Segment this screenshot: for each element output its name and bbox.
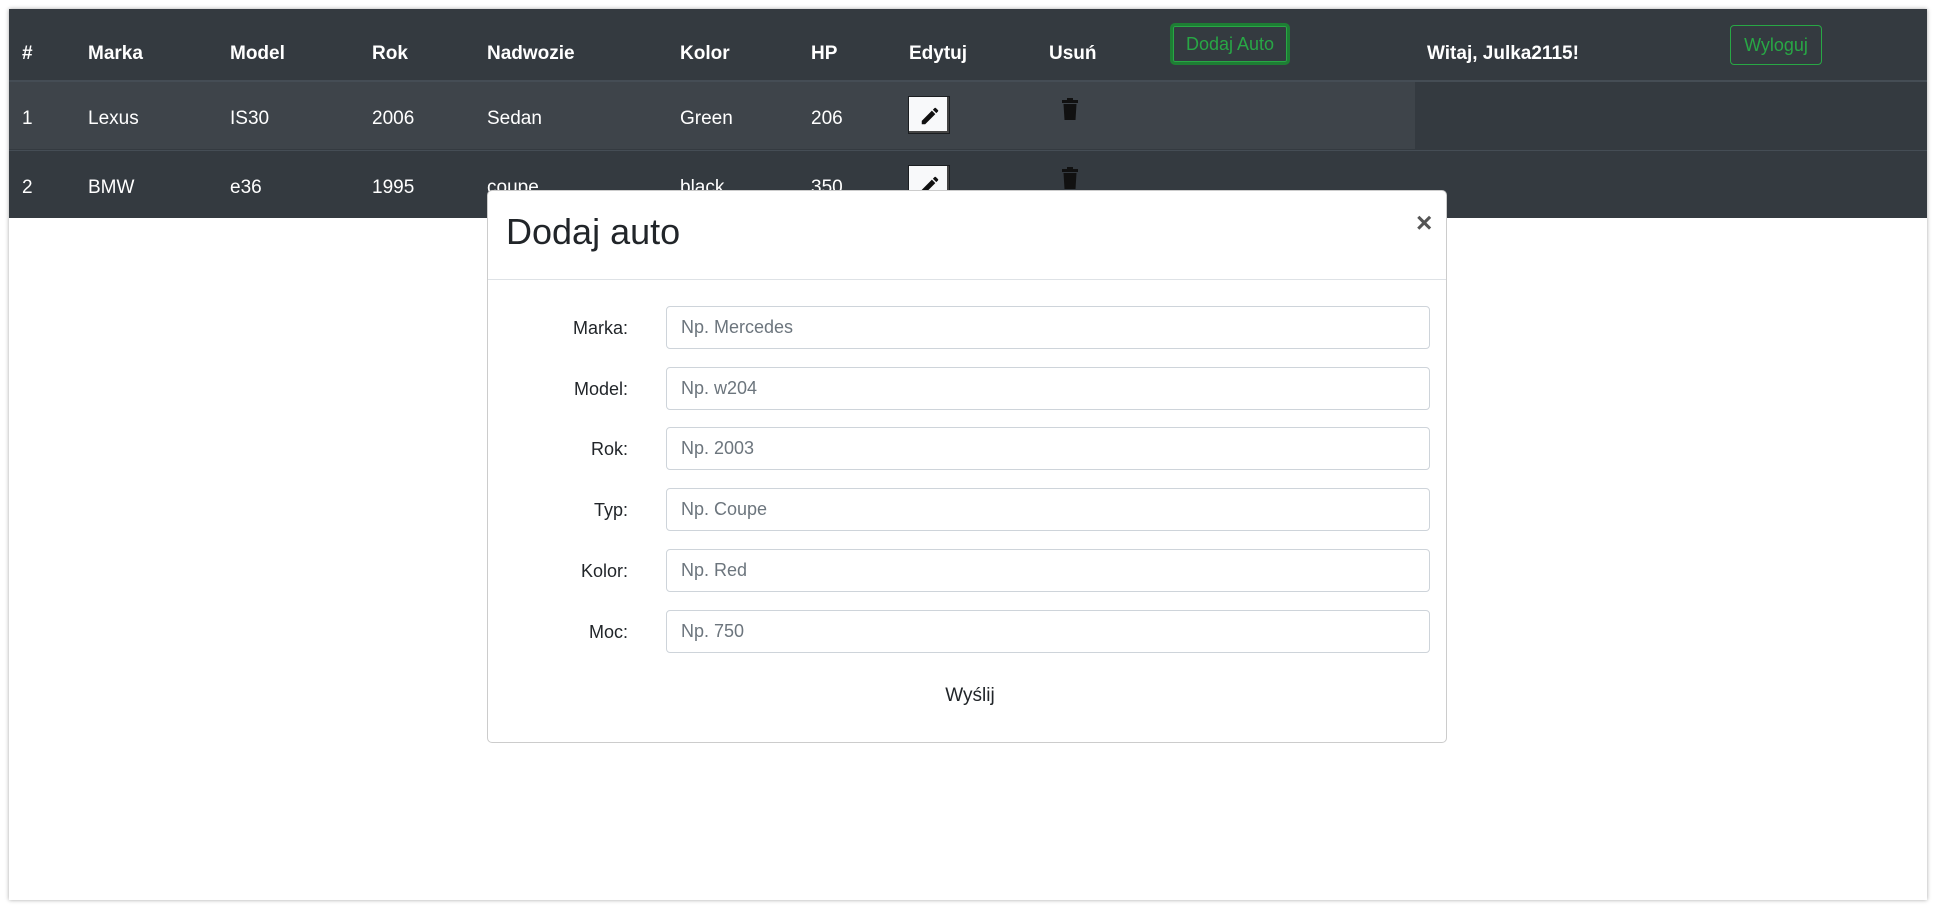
submit-button[interactable]: Wyślij <box>905 685 1035 707</box>
form-row-marka: Marka: <box>488 306 1446 350</box>
model-input[interactable] <box>666 367 1430 410</box>
column-header-kolor: Kolor <box>680 43 730 64</box>
field-label-marka: Marka: <box>572 318 628 338</box>
trash-icon[interactable] <box>1062 167 1078 189</box>
table-row: 1 Lexus IS30 2006 Sedan Green 206 <box>9 82 1927 149</box>
pencil-icon <box>921 107 939 125</box>
edit-button[interactable] <box>908 96 950 134</box>
cars-table: # Marka Model Rok Nadwozie Kolor HP Edyt… <box>9 9 1927 218</box>
cell-marka: Lexus <box>88 108 139 129</box>
cell-rok: 2006 <box>372 108 415 129</box>
cell-rok: 1995 <box>372 177 415 198</box>
column-header-nadwozie: Nadwozie <box>487 43 575 64</box>
cell-kolor: Green <box>680 108 733 129</box>
cell-nadwozie: Sedan <box>487 108 542 129</box>
field-label-kolor: Kolor: <box>580 561 628 581</box>
add-car-modal: Dodaj auto × Marka: Model: Rok: Typ: Kol… <box>487 190 1447 743</box>
moc-input[interactable] <box>666 610 1430 653</box>
close-button[interactable]: × <box>1416 209 1432 237</box>
form-row-kolor: Kolor: <box>488 549 1446 593</box>
cell-model: IS30 <box>230 108 270 129</box>
field-label-typ: Typ: <box>593 500 628 520</box>
form-row-rok: Rok: <box>488 427 1446 471</box>
trash-icon[interactable] <box>1062 98 1078 120</box>
column-header-usun: Usuń <box>1049 43 1097 64</box>
typ-input[interactable] <box>666 488 1430 531</box>
cell-hp: 206 <box>811 108 843 129</box>
welcome-message: Witaj, Julka2115! <box>1427 43 1579 64</box>
field-label-moc: Moc: <box>588 622 628 642</box>
column-header-hp: HP <box>811 43 838 64</box>
column-header-edytuj: Edytuj <box>909 43 968 64</box>
cell-marka: BMW <box>88 177 135 198</box>
form-row-model: Model: <box>488 367 1446 411</box>
add-car-button[interactable]: Dodaj Auto <box>1170 23 1290 65</box>
app-window: # Marka Model Rok Nadwozie Kolor HP Edyt… <box>9 9 1927 900</box>
column-header-model: Model <box>230 43 285 64</box>
field-label-model: Model: <box>573 379 628 399</box>
kolor-input[interactable] <box>666 549 1430 592</box>
cell-id: 1 <box>22 108 33 129</box>
column-header-rok: Rok <box>372 43 408 64</box>
column-header-marka: Marka <box>88 43 143 64</box>
logout-button[interactable]: Wyloguj <box>1730 25 1822 65</box>
form-row-typ: Typ: <box>488 488 1446 532</box>
column-header-number: # <box>22 43 33 64</box>
cell-model: e36 <box>230 177 262 198</box>
marka-input[interactable] <box>666 306 1430 349</box>
modal-header: Dodaj auto × <box>488 191 1446 280</box>
cell-id: 2 <box>22 177 33 198</box>
table-header: # Marka Model Rok Nadwozie Kolor HP Edyt… <box>9 9 1927 82</box>
field-label-rok: Rok: <box>590 439 628 459</box>
modal-title: Dodaj auto <box>506 211 681 252</box>
form-row-moc: Moc: <box>488 610 1446 654</box>
rok-input[interactable] <box>666 427 1430 470</box>
